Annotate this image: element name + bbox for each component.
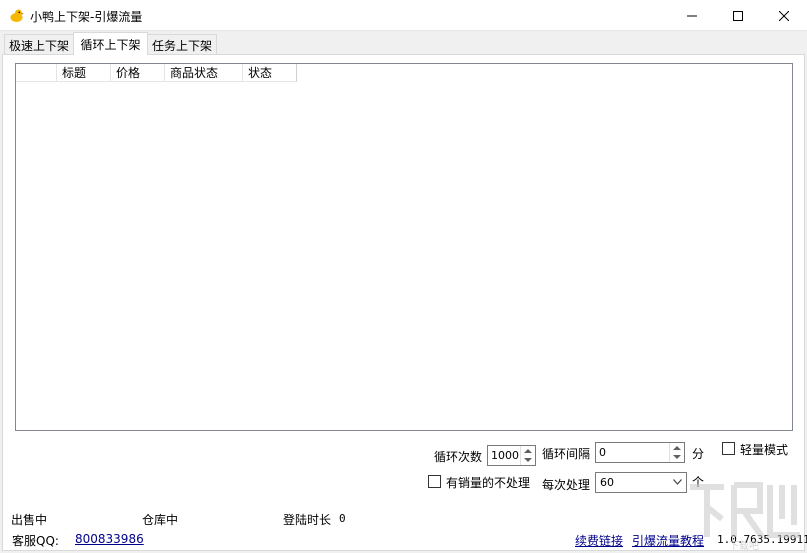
tab-speed-listing[interactable]: 极速上下架 — [4, 34, 74, 55]
loop-count-label: 循环次数 — [434, 450, 483, 464]
tab-task-listing[interactable]: 任务上下架 — [147, 34, 217, 55]
window-title: 小鸭上下架-引爆流量 — [30, 10, 143, 24]
watermark-logo: 下载吧 — [690, 482, 800, 552]
column-header-select[interactable] — [16, 64, 57, 82]
loop-interval-unit: 分 — [692, 447, 705, 461]
list-header: 标题 价格 商品状态 状态 — [16, 64, 297, 82]
close-icon — [779, 10, 789, 21]
skip-sold-checkbox[interactable] — [428, 475, 441, 488]
support-qq-link[interactable]: 800833986 — [75, 532, 144, 546]
maximize-button[interactable] — [715, 0, 761, 31]
duck-app-icon — [10, 9, 24, 22]
loop-interval-arrows[interactable] — [669, 443, 684, 462]
tab-loop-listing[interactable]: 循环上下架 — [73, 32, 148, 55]
login-duration-label: 登陆时长 — [283, 513, 332, 527]
item-list[interactable]: 标题 价格 商品状态 状态 — [15, 63, 793, 431]
loop-count-value: 1000 — [491, 449, 519, 462]
on-sale-label: 出售中 — [11, 513, 48, 527]
column-header-item-status[interactable]: 商品状态 — [165, 64, 243, 82]
minimize-button[interactable] — [669, 0, 715, 31]
column-header-status[interactable]: 状态 — [243, 64, 297, 82]
loop-interval-stepper[interactable]: 0 — [595, 442, 685, 463]
login-duration-value: 0 — [339, 512, 346, 525]
column-header-title[interactable]: 标题 — [57, 64, 111, 82]
arrow-up-icon[interactable] — [524, 449, 532, 453]
loop-count-arrows[interactable] — [520, 446, 535, 465]
per-batch-select[interactable]: 60 — [595, 472, 687, 493]
light-mode-checkbox[interactable] — [722, 442, 735, 455]
minimize-icon — [687, 15, 697, 16]
skip-sold-label[interactable]: 有销量的不处理 — [446, 474, 530, 491]
loop-interval-value: 0 — [599, 446, 606, 459]
arrow-up-icon[interactable] — [673, 446, 681, 450]
loop-interval-label: 循环间隔 — [542, 447, 591, 461]
maximize-icon — [733, 10, 743, 21]
per-batch-value: 60 — [600, 476, 614, 489]
support-qq-label: 客服QQ: — [12, 534, 59, 548]
loop-count-stepper[interactable]: 1000 — [487, 445, 536, 466]
light-mode-label[interactable]: 轻量模式 — [740, 441, 788, 458]
arrow-down-icon[interactable] — [673, 455, 681, 459]
watermark-text: 下载吧 — [729, 540, 759, 552]
close-button[interactable] — [761, 0, 807, 31]
warehouse-label: 仓库中 — [142, 513, 179, 527]
chevron-down-icon — [673, 479, 682, 485]
arrow-down-icon[interactable] — [524, 458, 532, 462]
column-header-price[interactable]: 价格 — [111, 64, 165, 82]
renew-link[interactable]: 续费链接 — [575, 532, 623, 549]
title-bar: 小鸭上下架-引爆流量 — [0, 0, 807, 31]
per-batch-label: 每次处理 — [542, 478, 591, 492]
